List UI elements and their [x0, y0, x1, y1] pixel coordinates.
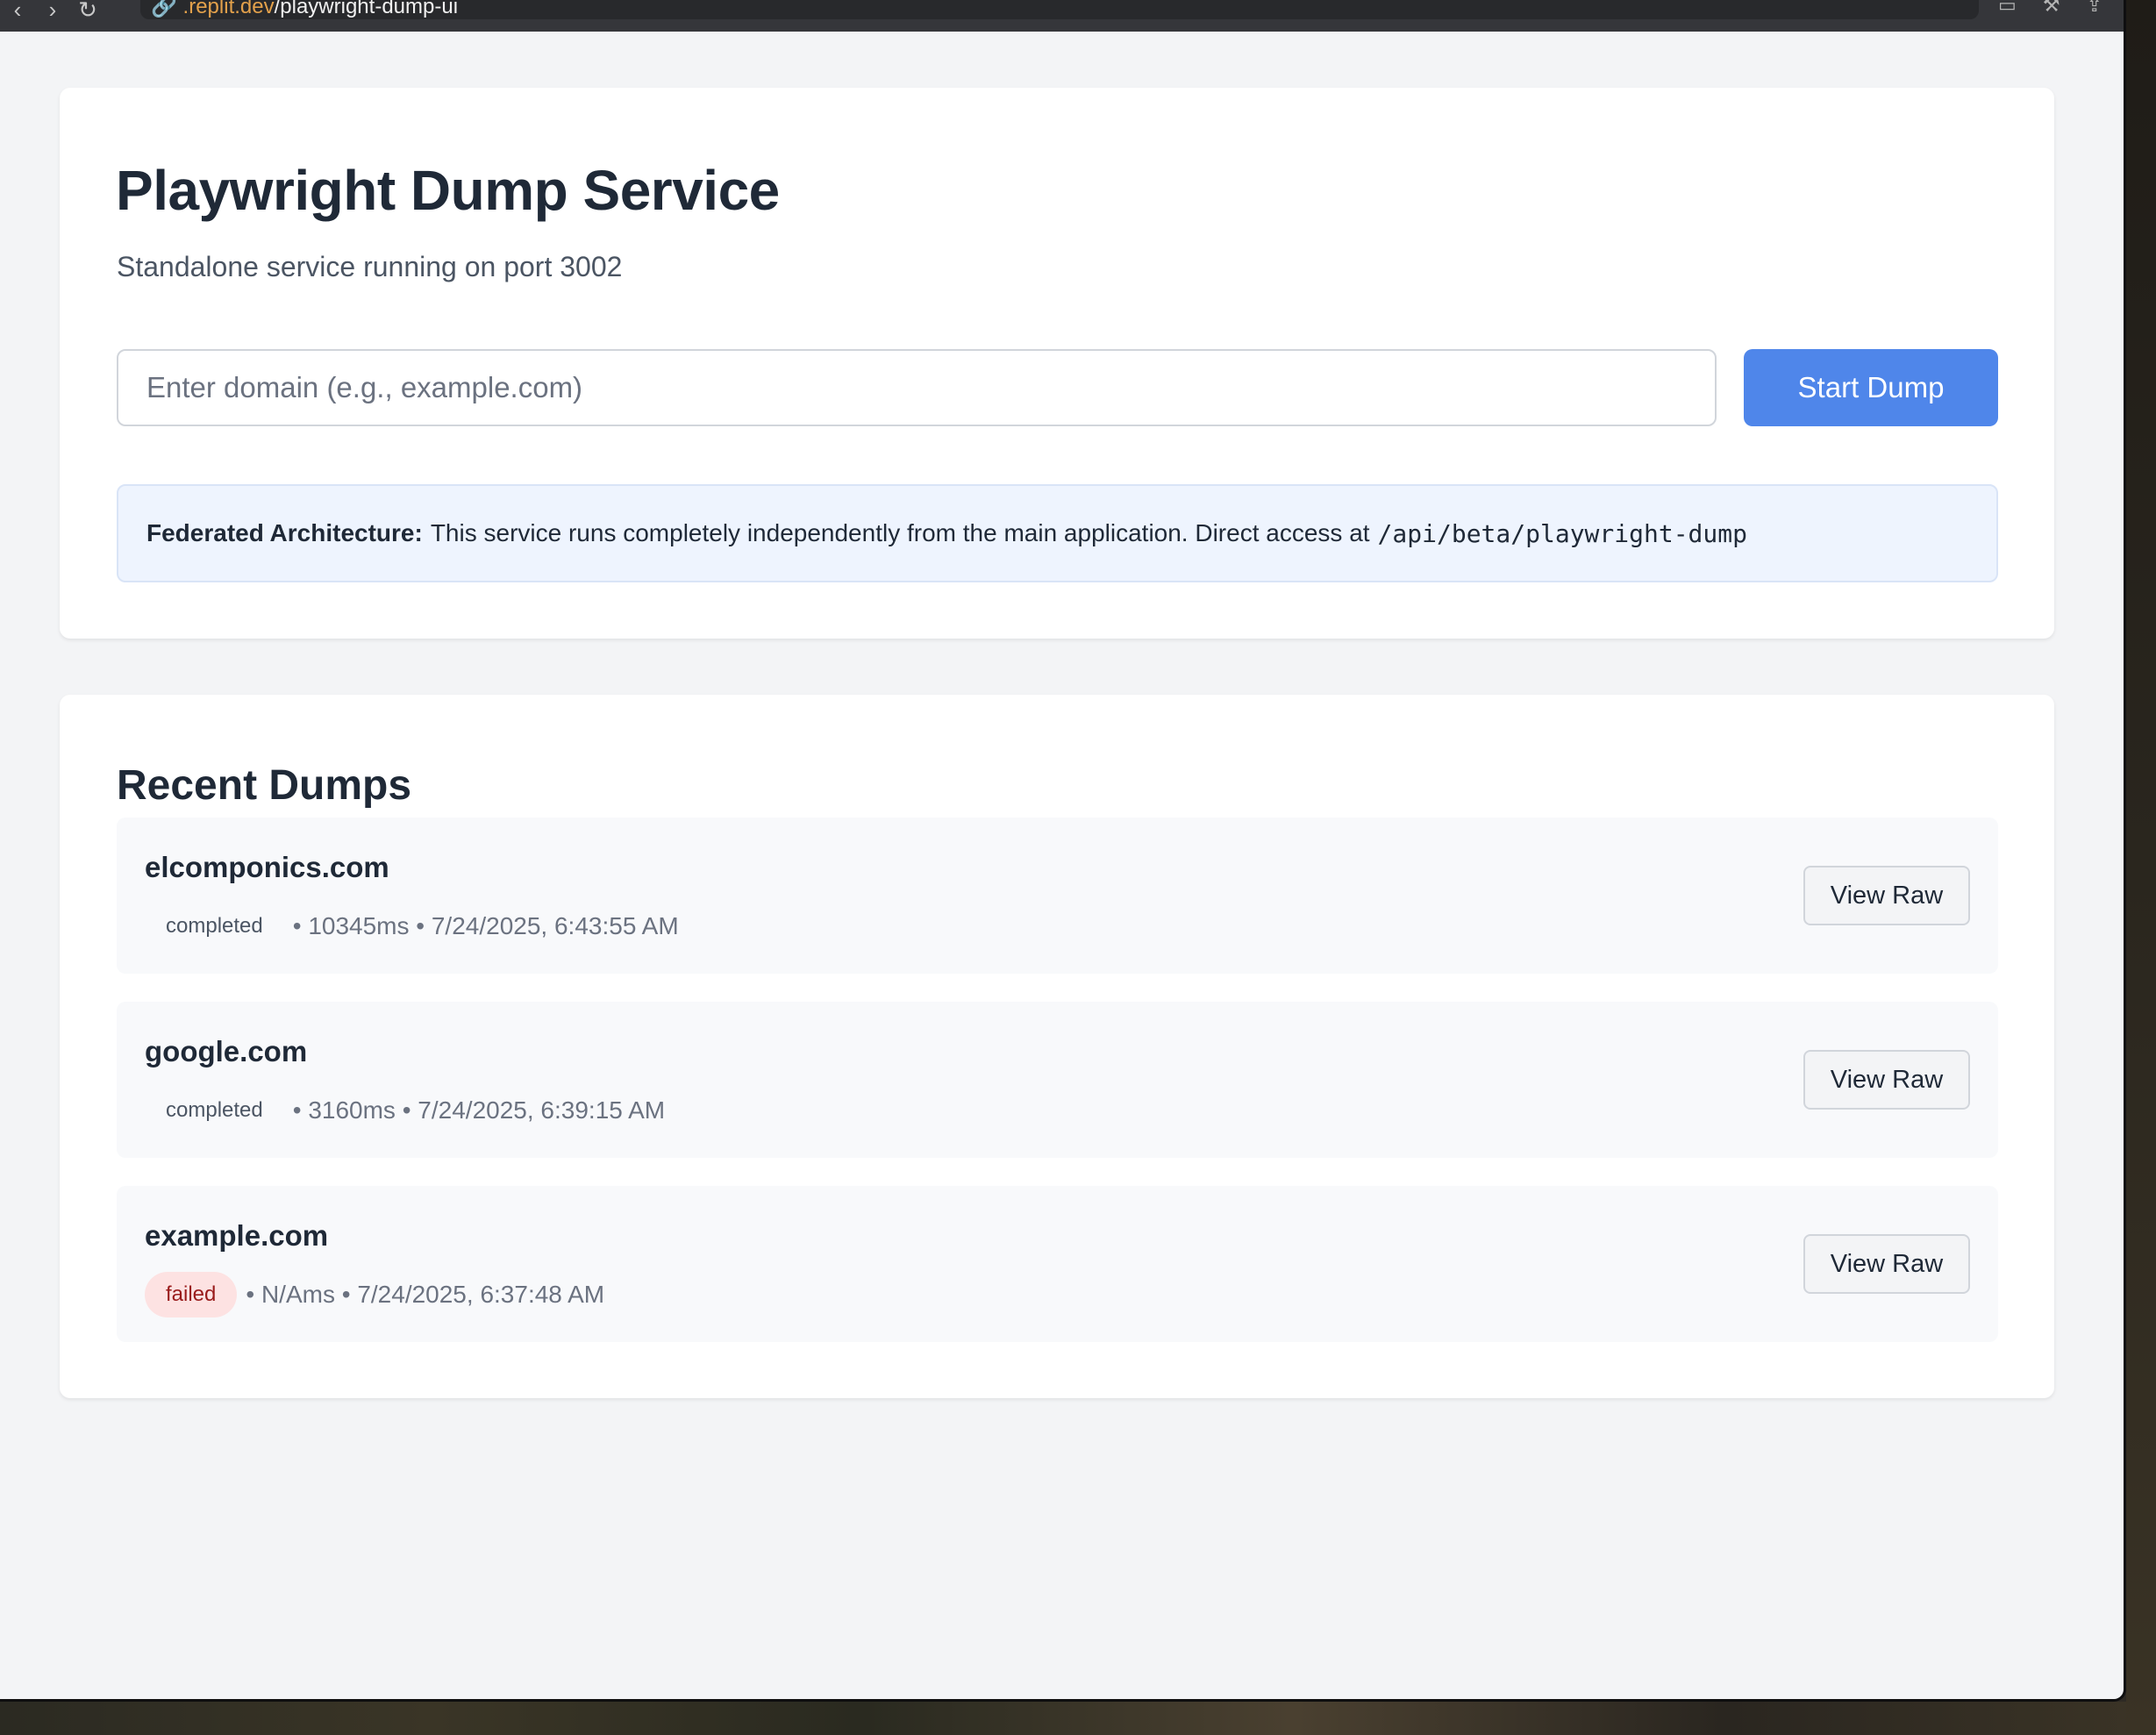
view-raw-button[interactable]: View Raw	[1803, 1050, 1970, 1110]
wrench-icon[interactable]: ⚒	[2043, 0, 2060, 15]
start-dump-button[interactable]: Start Dump	[1744, 349, 1998, 426]
back-icon[interactable]: ‹	[0, 0, 35, 21]
dump-meta: failed • N/Ams • 7/24/2025, 6:37:48 AM	[145, 1270, 604, 1319]
info-box: Federated Architecture: This service run…	[117, 484, 1998, 582]
desktop-background-edge	[2126, 0, 2156, 1735]
toolbar-icons: ▭ ⚒ ⇪	[1998, 0, 2102, 15]
url-host: 🔗 .replit.dev	[151, 0, 275, 18]
view-raw-button[interactable]: View Raw	[1803, 866, 1970, 925]
recent-dumps-card: Recent Dumps elcomponics.com completed •…	[60, 695, 2054, 1398]
browser-toolbar: ‹ › ↻ 🔗 .replit.dev /playwright-dump-ui …	[0, 0, 2124, 32]
dump-details: • 3160ms • 7/24/2025, 6:39:15 AM	[292, 1096, 666, 1124]
dump-domain: google.com	[145, 1035, 308, 1067]
page-title: Playwright Dump Service	[116, 159, 780, 222]
browser-window: ‹ › ↻ 🔗 .replit.dev /playwright-dump-ui …	[0, 0, 2126, 1702]
view-raw-button[interactable]: View Raw	[1803, 1234, 1970, 1294]
page-subtitle: Standalone service running on port 3002	[117, 251, 623, 282]
info-text: This service runs completely independent…	[430, 519, 1370, 546]
monitor-icon[interactable]: ▭	[1998, 0, 2017, 15]
api-path: /api/beta/playwright-dump	[1377, 518, 1747, 548]
domain-input[interactable]	[117, 349, 1717, 426]
dump-form-card: Playwright Dump Service Standalone servi…	[60, 88, 2054, 639]
dump-domain: example.com	[145, 1219, 329, 1252]
info-label: Federated Architecture:	[146, 519, 423, 546]
section-title: Recent Dumps	[117, 762, 412, 809]
list-item: google.com completed • 3160ms • 7/24/202…	[117, 1002, 1998, 1158]
status-badge: completed	[166, 914, 263, 938]
forward-icon[interactable]: ›	[35, 0, 70, 21]
dump-meta: completed • 3160ms • 7/24/2025, 6:39:15 …	[145, 1086, 665, 1135]
url-path: /playwright-dump-ui	[274, 0, 459, 18]
dump-domain: elcomponics.com	[145, 851, 389, 883]
dump-meta: completed • 10345ms • 7/24/2025, 6:43:55…	[145, 902, 679, 951]
list-item: example.com failed • N/Ams • 7/24/2025, …	[117, 1186, 1998, 1342]
status-badge: failed	[145, 1272, 238, 1317]
list-item: elcomponics.com completed • 10345ms • 7/…	[117, 818, 1998, 974]
desktop-background	[0, 1702, 2156, 1735]
share-icon[interactable]: ⇪	[2087, 0, 2102, 15]
address-bar[interactable]: 🔗 .replit.dev /playwright-dump-ui	[140, 0, 1979, 19]
status-badge: completed	[166, 1098, 263, 1122]
dump-details: • N/Ams • 7/24/2025, 6:37:48 AM	[246, 1281, 605, 1308]
dump-details: • 10345ms • 7/24/2025, 6:43:55 AM	[292, 912, 679, 939]
reload-icon[interactable]: ↻	[70, 0, 105, 21]
